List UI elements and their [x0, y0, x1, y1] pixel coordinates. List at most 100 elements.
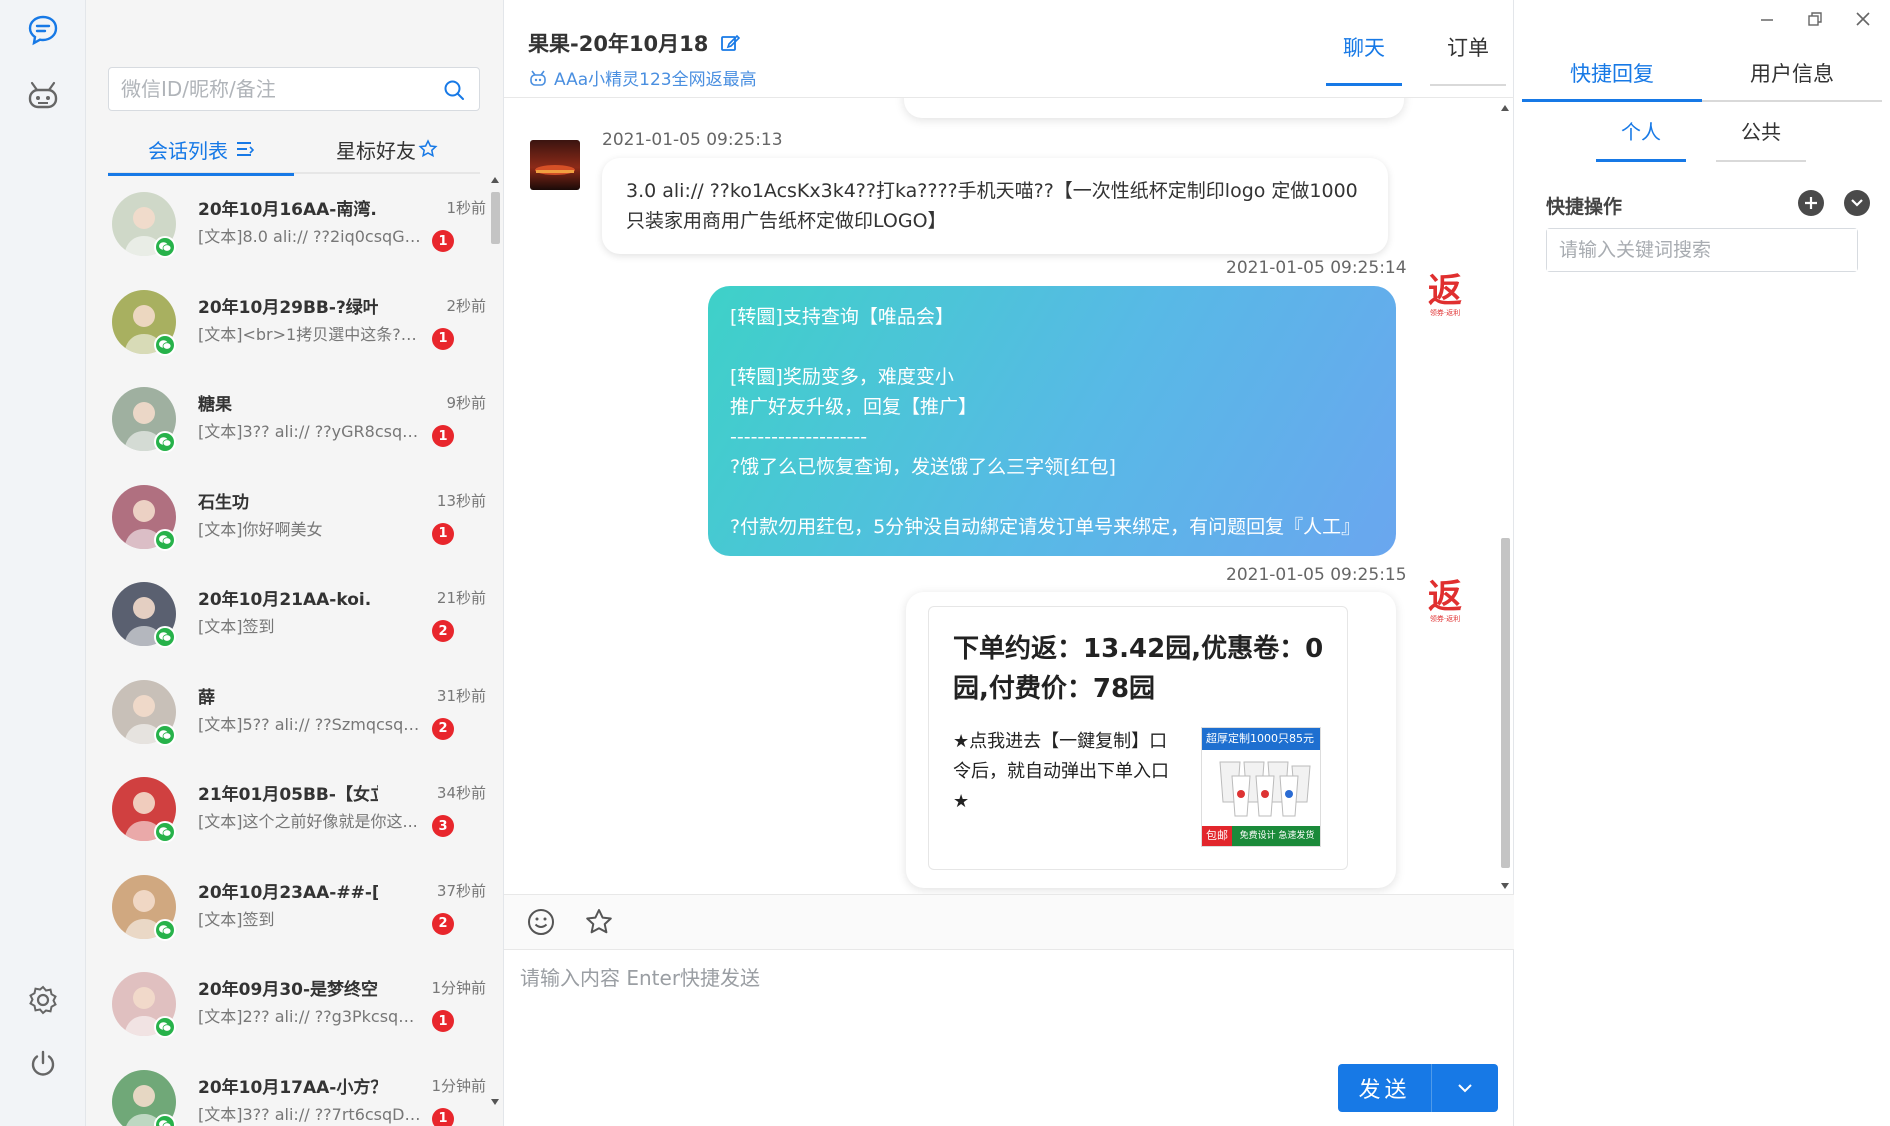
product-card-message[interactable]: 下单约返：13.42园,优惠卷：0园,付费价：78园 ★点我进去【一鍵复制】口令…: [906, 592, 1396, 888]
wechat-badge-icon: [154, 333, 176, 356]
conversation-item[interactable]: 20年10月21AA-koi. 21秒前 [文本]签到 2: [86, 568, 486, 666]
expand-down-icon[interactable]: [1844, 190, 1870, 216]
fan-logo-avatar[interactable]: 返领券·返利: [1420, 574, 1470, 624]
conversation-item[interactable]: 20年09月30-是梦终空≡° 1分钟前 [文本]2?? ali:// ??g3Pk…: [86, 958, 486, 1056]
conversation-panel: 会话列表 星标好友 20年10月16AA-南湾... 1秒前 [文本]8.0 ali…: [86, 0, 504, 1126]
robot-icon[interactable]: [23, 76, 63, 116]
fan-logo-avatar[interactable]: 返领券·返利: [1420, 268, 1470, 318]
message-area: 2021-01-05 09:25:13 3.0 ali:// ??ko1AcsK…: [504, 98, 1514, 894]
conversation-time: 13秒前: [436, 491, 486, 510]
contact-search[interactable]: [108, 67, 480, 111]
quick-ops-label: 快捷操作: [1546, 196, 1623, 218]
chevron-down-icon: [1458, 1084, 1472, 1093]
conversation-name: 糖果: [198, 395, 232, 415]
incoming-message[interactable]: 3.0 ali:// ??ko1AcsKx3k4??打ka????手机天喵??【…: [602, 158, 1388, 254]
product-image[interactable]: 超厚定制1000只85元 包邮 免费设计 急速发货: [1201, 727, 1321, 847]
edit-icon[interactable]: [720, 33, 740, 53]
tab-order[interactable]: 订单: [1430, 32, 1506, 86]
send-button-group: 发送: [1338, 1064, 1498, 1112]
quick-reply-search[interactable]: [1546, 228, 1858, 272]
power-icon[interactable]: [23, 1044, 63, 1084]
list-tabs: 会话列表 星标好友: [108, 124, 480, 176]
conversation-item[interactable]: 21年01月05BB-【女立... 34秒前 [文本]这个之前好像就是你这... 3: [86, 763, 486, 861]
subtab-public[interactable]: 公共: [1716, 116, 1806, 162]
wechat-badge-icon: [154, 626, 176, 648]
wechat-badge-icon: [154, 821, 176, 843]
tab-chat-label: 聊天: [1343, 36, 1385, 60]
tab-chat[interactable]: 聊天: [1326, 32, 1402, 86]
restore-icon[interactable]: [1800, 6, 1830, 32]
scroll-up-arrow-icon[interactable]: [490, 176, 500, 184]
message-composer: 发送: [504, 950, 1514, 1126]
conversation-preview: [文本]2?? ali:// ??g3PkcsqDh...: [198, 1007, 424, 1026]
chat-title: 果果-20年10月18: [528, 28, 740, 58]
product-body: ★点我进去【一鍵复制】口令后，就自动弹出下单入口★: [953, 731, 1169, 812]
quick-reply-search-input[interactable]: [1547, 229, 1857, 271]
scrollbar-thumb[interactable]: [1501, 538, 1510, 868]
unread-badge: 1: [432, 522, 454, 545]
wechat-badge-icon: [154, 528, 176, 551]
conversation-item[interactable]: 20年10月17AA-小方？ 1分钟前 [文本]3?? ali:// ??7rt6c…: [86, 1056, 486, 1126]
product-card[interactable]: 下单约返：13.42园,优惠卷：0园,付费价：78园 ★点我进去【一鍵复制】口令…: [928, 606, 1348, 870]
conversation-item[interactable]: 糖果 9秒前 [文本]3?? ali:// ??yGR8csqDT... 1: [86, 373, 486, 471]
product-headline: 下单约返：13.42园,优惠卷：0园,付费价：78园: [953, 634, 1324, 704]
tab-starred-friends[interactable]: 星标好友: [294, 124, 480, 174]
wechat-badge-icon: [154, 236, 176, 258]
favorite-star-icon[interactable]: [584, 907, 616, 939]
send-button[interactable]: 发送: [1338, 1064, 1432, 1112]
message-timestamp: 2021-01-05 09:25:13: [602, 130, 783, 150]
chat-scrollbar[interactable]: [1498, 98, 1512, 894]
message-timestamp: 2021-01-05 09:25:15: [1226, 565, 1407, 585]
subtab-personal[interactable]: 个人: [1596, 116, 1686, 162]
unread-badge: 2: [432, 717, 454, 740]
conversation-name: 20年10月21AA-koi.: [198, 590, 372, 610]
conversation-time: 1分钟前: [431, 979, 486, 997]
message-input[interactable]: [504, 950, 1484, 1050]
unread-badge: 1: [432, 327, 454, 350]
settings-icon[interactable]: [23, 980, 63, 1020]
conversation-time: 34秒前: [436, 784, 486, 802]
fan-logo-char: 返: [1428, 577, 1462, 617]
outgoing-message[interactable]: [转圜]支持查询【唯品会】 [转圜]奖励变多，难度变小 推广好友升级，回复【推广…: [708, 286, 1396, 556]
product-image-banner: 超厚定制1000只85元: [1202, 728, 1320, 750]
close-icon[interactable]: [1848, 6, 1878, 32]
conversation-preview: [文本]3?? ali:// ??yGR8csqDT...: [198, 422, 424, 441]
search-icon[interactable]: [443, 79, 465, 105]
conversation-scrollbar[interactable]: [488, 176, 502, 1126]
unread-badge: 1: [432, 1010, 454, 1032]
chat-header: 果果-20年10月18 AAa小精灵123全网返最高 聊天 订单: [504, 0, 1514, 98]
chat-icon[interactable]: [23, 10, 63, 50]
add-quick-reply-icon[interactable]: [1798, 190, 1824, 216]
conversation-preview: [文本]签到: [198, 617, 275, 636]
tab-quick-reply[interactable]: 快捷回复: [1522, 50, 1702, 102]
minimize-icon[interactable]: [1752, 6, 1782, 32]
emoji-icon[interactable]: [526, 907, 558, 939]
wechat-badge-icon: [154, 723, 176, 746]
left-nav: [0, 0, 86, 1126]
conversation-item[interactable]: 20年10月16AA-南湾... 1秒前 [文本]8.0 ali:// ??2iq0…: [86, 178, 486, 276]
conversation-item[interactable]: 薛 31秒前 [文本]5?? ali:// ??SzmqcsqD... 2: [86, 666, 486, 764]
conversation-time: 1分钟前: [431, 1076, 486, 1095]
subtab-personal-label: 个人: [1621, 120, 1661, 144]
conversation-item[interactable]: 20年10月23AA-##-[A... 37秒前 [文本]签到 2: [86, 861, 486, 959]
conversation-preview: [文本]8.0 ali:// ??2iq0csqGW...: [198, 227, 424, 246]
chat-subtitle: AAa小精灵123全网返最高: [528, 65, 757, 90]
wechat-badge-icon: [154, 1016, 176, 1038]
contact-avatar[interactable]: [530, 140, 580, 190]
conversation-name: 薛: [198, 687, 215, 708]
conversation-item[interactable]: 20年10月29BB-?绿叶... 2秒前 [文本]<br>1拷贝選中这条??...…: [86, 276, 486, 374]
scroll-down-arrow-icon[interactable]: [490, 1098, 500, 1106]
tab-user-info[interactable]: 用户信息: [1702, 50, 1882, 102]
scroll-up-arrow-icon[interactable]: [1500, 104, 1510, 112]
input-toolbar: [504, 894, 1514, 950]
chat-title-text: 果果-20年10月18: [528, 32, 709, 56]
conversation-item[interactable]: 石生功 13秒前 [文本]你好啊美女 1: [86, 471, 486, 569]
contact-search-input[interactable]: [109, 68, 419, 110]
scroll-down-arrow-icon[interactable]: [1500, 882, 1510, 890]
tab-session-list[interactable]: 会话列表: [108, 124, 294, 176]
unread-badge: 3: [432, 815, 454, 837]
list-filter-icon: [237, 142, 254, 156]
conversation-time: 37秒前: [436, 881, 486, 900]
scrollbar-thumb[interactable]: [491, 192, 500, 244]
send-options-dropdown[interactable]: [1432, 1064, 1498, 1112]
